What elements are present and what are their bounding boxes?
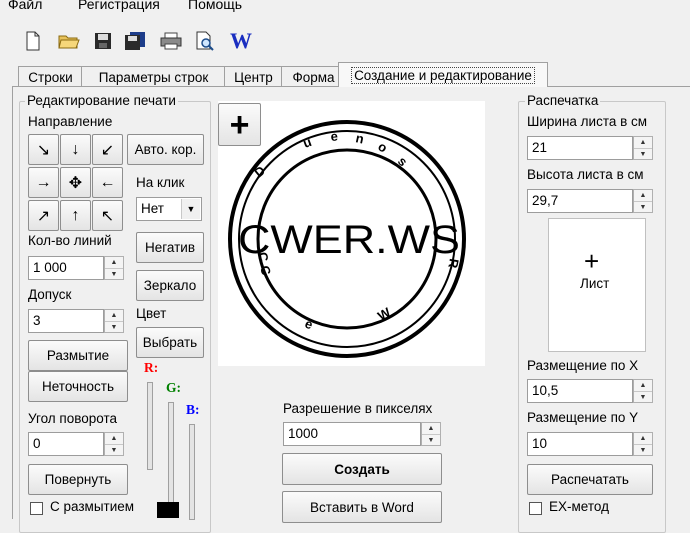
on-click-label: На клик bbox=[136, 175, 185, 190]
sheet-height-input[interactable]: 29,7 bbox=[527, 189, 633, 213]
print-preview-icon[interactable] bbox=[194, 30, 216, 52]
arrow-up-left-button[interactable]: ↖ bbox=[92, 200, 123, 231]
pos-x-spinner[interactable]: ▲ ▼ bbox=[633, 379, 653, 403]
create-button[interactable]: Создать bbox=[282, 453, 442, 485]
rotate-button[interactable]: Повернуть bbox=[28, 464, 128, 495]
stamp-letter: W bbox=[375, 304, 394, 323]
add-element-button[interactable]: + bbox=[218, 103, 261, 146]
arrow-left-button[interactable]: ← bbox=[92, 167, 123, 198]
tab-shape[interactable]: Форма bbox=[281, 66, 346, 87]
stamp-letter: o bbox=[376, 139, 390, 156]
sheet-label: Лист bbox=[580, 276, 610, 291]
choose-color-button[interactable]: Выбрать bbox=[136, 327, 204, 358]
negative-button[interactable]: Негатив bbox=[136, 232, 204, 263]
printout-title: Распечатка bbox=[525, 93, 601, 108]
sheet-width-spinner[interactable]: ▲ ▼ bbox=[633, 136, 653, 160]
pos-y-label: Размещение по Y bbox=[527, 410, 639, 425]
sheet-center-marker: + bbox=[584, 246, 600, 276]
arrow-down-left-button[interactable]: ↙ bbox=[92, 134, 123, 165]
direction-label: Направление bbox=[28, 114, 113, 129]
pos-y-input[interactable]: 10 bbox=[527, 432, 633, 456]
save-icon[interactable] bbox=[92, 30, 114, 52]
open-folder-icon[interactable] bbox=[58, 30, 80, 52]
blur-button[interactable]: Размытие bbox=[28, 340, 128, 371]
tolerance-label: Допуск bbox=[28, 287, 72, 302]
sheet-width-input[interactable]: 21 bbox=[527, 136, 633, 160]
red-slider[interactable] bbox=[147, 382, 153, 470]
blue-slider[interactable] bbox=[189, 424, 195, 520]
angle-label: Угол поворота bbox=[28, 411, 118, 426]
arrow-up-button[interactable]: ↑ bbox=[60, 200, 91, 231]
sheet-height-label: Высота листа в см bbox=[527, 167, 644, 182]
auto-correct-button[interactable]: Авто. кор. bbox=[127, 134, 204, 165]
line-count-input[interactable]: 1 000 bbox=[28, 256, 104, 280]
ex-method-checkbox[interactable] bbox=[529, 502, 542, 515]
arrow-down-button[interactable]: ↓ bbox=[60, 134, 91, 165]
sheet-width-label: Ширина листа в см bbox=[527, 114, 648, 129]
menu-registration[interactable]: Регистрация bbox=[78, 0, 160, 12]
arrow-down-right-button[interactable]: ↘ bbox=[28, 134, 59, 165]
toolbar: W bbox=[0, 26, 690, 58]
stamp-center-text: CWER.WS bbox=[238, 218, 460, 262]
menu-help[interactable]: Помощь bbox=[188, 0, 242, 12]
color-label: Цвет bbox=[136, 306, 167, 321]
tab-center[interactable]: Центр bbox=[224, 66, 283, 87]
line-count-spinner[interactable]: ▲ ▼ bbox=[104, 256, 124, 280]
on-click-select[interactable]: Нет ▼ bbox=[136, 197, 202, 221]
with-blur-label: С размытием bbox=[50, 499, 135, 514]
print-button[interactable]: Распечатать bbox=[527, 464, 653, 495]
arrow-up-right-button[interactable]: ↗ bbox=[28, 200, 59, 231]
b-label: B: bbox=[186, 402, 200, 417]
arrow-expand-button[interactable]: ✥ bbox=[60, 167, 91, 198]
resolution-input[interactable]: 1000 bbox=[283, 422, 421, 446]
tolerance-spinner[interactable]: ▲ ▼ bbox=[104, 309, 124, 333]
insert-word-button[interactable]: Вставить в Word bbox=[282, 491, 442, 523]
resolution-label: Разрешение в пикселях bbox=[283, 401, 433, 416]
stamp-letter: e bbox=[330, 128, 339, 144]
print-edit-title: Редактирование печати bbox=[25, 93, 178, 108]
pos-x-label: Размещение по X bbox=[527, 358, 639, 373]
r-label: R: bbox=[144, 360, 159, 375]
g-label: G: bbox=[166, 380, 181, 395]
word-icon[interactable]: W bbox=[228, 28, 254, 53]
color-swatch bbox=[157, 502, 179, 518]
with-blur-checkbox[interactable] bbox=[30, 502, 43, 515]
tab-line-params[interactable]: Параметры строк bbox=[81, 66, 226, 87]
inaccuracy-button[interactable]: Неточность bbox=[28, 371, 128, 402]
pos-x-input[interactable]: 10,5 bbox=[527, 379, 633, 403]
resolution-spinner[interactable]: ▲ ▼ bbox=[421, 422, 441, 446]
menu-file[interactable]: Файл bbox=[8, 0, 42, 12]
save-all-icon[interactable] bbox=[124, 30, 146, 52]
new-document-icon[interactable] bbox=[22, 30, 44, 52]
on-click-value: Нет bbox=[141, 201, 164, 216]
menu-bar: Файл Регистрация Помощь bbox=[0, 0, 690, 15]
pos-y-spinner[interactable]: ▲ ▼ bbox=[633, 432, 653, 456]
angle-input[interactable]: 0 bbox=[28, 432, 104, 456]
tolerance-input[interactable]: 3 bbox=[28, 309, 104, 333]
green-slider[interactable] bbox=[168, 402, 174, 514]
chevron-down-icon[interactable]: ▼ bbox=[181, 199, 200, 219]
tab-lines[interactable]: Строки bbox=[18, 66, 83, 87]
arrow-right-button[interactable]: → bbox=[28, 167, 59, 198]
ex-method-label: EX-метод bbox=[549, 499, 609, 514]
sheet-height-spinner[interactable]: ▲ ▼ bbox=[633, 189, 653, 213]
tab-create-edit[interactable]: Создание и редактирование bbox=[338, 62, 548, 87]
print-icon[interactable] bbox=[160, 30, 182, 52]
line-count-label: Кол-во линий bbox=[28, 233, 112, 248]
stamp-letter: n bbox=[354, 130, 365, 146]
angle-spinner[interactable]: ▲ ▼ bbox=[104, 432, 124, 456]
mirror-button[interactable]: Зеркало bbox=[136, 270, 204, 301]
